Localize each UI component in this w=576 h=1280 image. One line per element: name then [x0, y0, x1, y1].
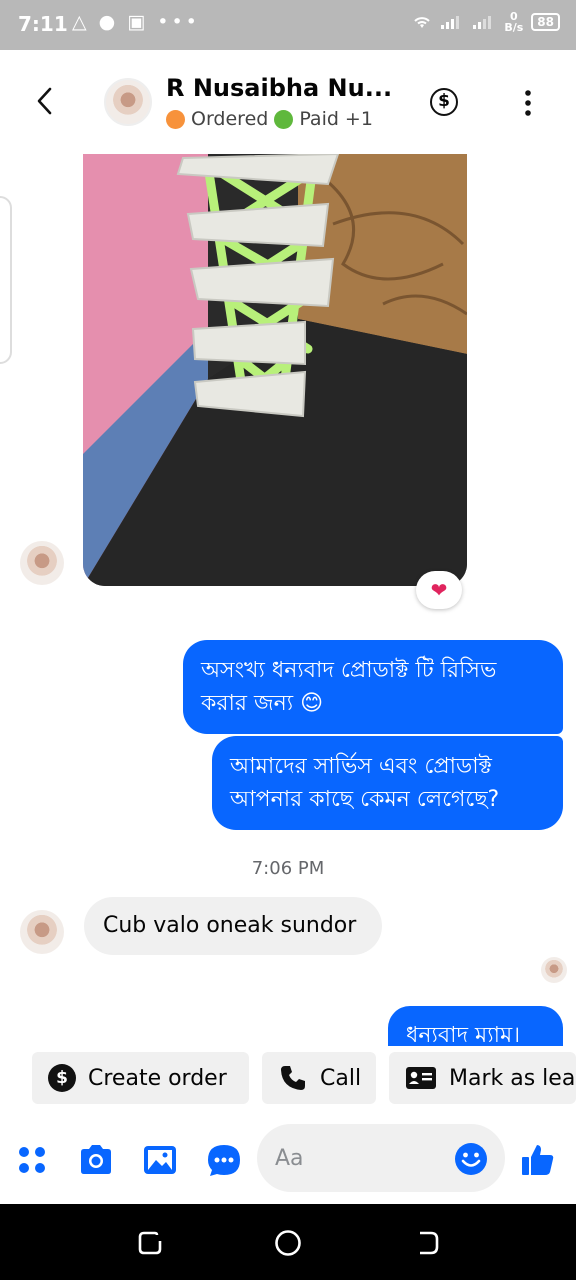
wifi-icon	[414, 17, 431, 28]
emoji-icon[interactable]	[454, 1142, 488, 1176]
sender-avatar[interactable]	[20, 910, 64, 954]
ordered-tag-label: Ordered	[191, 108, 269, 130]
signal-icon	[441, 16, 460, 29]
create-order-label: Create order	[88, 1065, 227, 1091]
back-arrow-icon[interactable]	[30, 84, 60, 118]
contact-avatar[interactable]	[104, 78, 152, 126]
more-options-icon[interactable]	[516, 88, 540, 118]
sender-avatar[interactable]	[20, 541, 64, 585]
battery-indicator: 88	[531, 13, 560, 31]
message-composer	[0, 1110, 576, 1204]
outgoing-message-2[interactable]: আমাদের সার্ভিস এবং প্রোডাক্ট আপনার কাছে …	[212, 736, 563, 830]
notification-icons: △ ● ▣ •••	[72, 11, 200, 33]
android-nav-bar	[0, 1204, 576, 1280]
thumbs-up-icon[interactable]	[520, 1142, 556, 1178]
outgoing-message-1[interactable]: অসংখ্য ধন্যবাদ প্রোডাক্ট টি রিসিভ করার জ…	[183, 640, 563, 734]
contact-name[interactable]: R Nusaibha Nu...	[166, 74, 398, 102]
recents-icon[interactable]	[135, 1228, 165, 1258]
camera-icon[interactable]	[78, 1142, 114, 1178]
dollar-icon: $	[48, 1064, 76, 1092]
gallery-icon[interactable]	[142, 1142, 178, 1178]
phone-icon	[281, 1066, 305, 1090]
heart-reaction[interactable]: ❤	[416, 571, 462, 609]
mark-as-lead-button[interactable]: Mark as lead	[389, 1052, 576, 1104]
seen-receipt-avatar	[541, 957, 567, 983]
payment-button[interactable]: $	[430, 88, 458, 116]
call-label: Call	[320, 1065, 362, 1091]
more-tags-count: +1	[344, 108, 373, 130]
outgoing-message-3[interactable]: ধন্যবাদ ম্যাম।	[388, 1006, 563, 1046]
shoe-rack-photo	[83, 154, 467, 586]
apps-grid-icon[interactable]	[14, 1142, 50, 1178]
home-icon[interactable]	[273, 1228, 303, 1258]
conversation-header: R Nusaibha Nu... Ordered Paid +1 $	[0, 50, 576, 150]
signal-2-icon	[473, 16, 492, 29]
photo-message[interactable]	[83, 154, 467, 586]
create-order-button[interactable]: $ Create order	[32, 1052, 249, 1104]
status-time: 7:11	[18, 12, 68, 36]
ordered-tag-dot	[166, 109, 185, 129]
mark-as-lead-label: Mark as lead	[449, 1065, 576, 1091]
contact-card-icon	[406, 1067, 436, 1089]
paid-tag-dot	[274, 109, 294, 129]
contact-tags[interactable]: Ordered Paid +1	[166, 108, 373, 130]
status-bar: 7:11 △ ● ▣ ••• 0 B/s 88	[0, 0, 576, 50]
incoming-message-1[interactable]: Cub valo oneak sundor	[84, 897, 382, 955]
chat-bubble-icon[interactable]	[206, 1142, 242, 1178]
paid-tag-label: Paid	[299, 108, 339, 130]
net-speed: 0 B/s	[504, 10, 524, 34]
back-nav-icon[interactable]	[412, 1228, 442, 1258]
call-button[interactable]: Call	[262, 1052, 376, 1104]
status-right-icons: 0 B/s 88	[412, 11, 560, 33]
side-drawer-handle[interactable]	[0, 196, 12, 364]
message-timestamp: 7:06 PM	[251, 858, 325, 879]
